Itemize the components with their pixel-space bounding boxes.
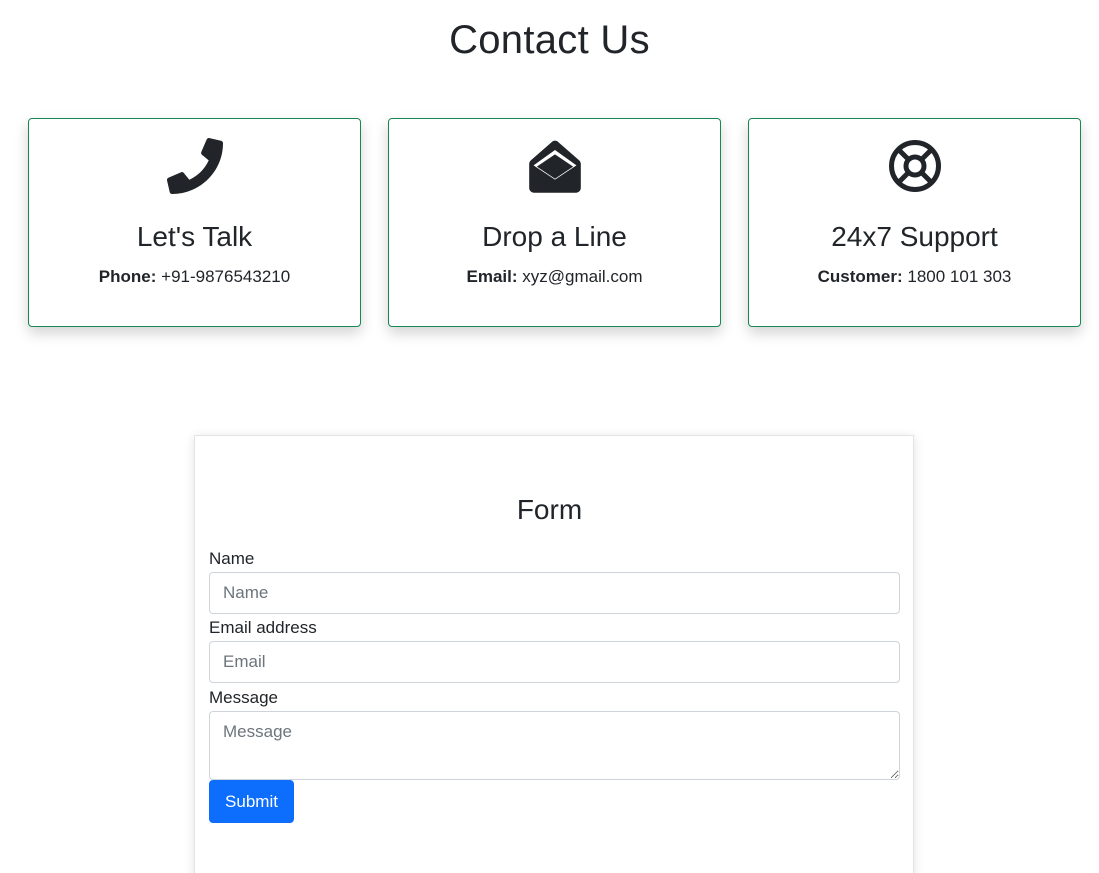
life-ring-icon	[749, 139, 1080, 193]
contact-card-email: Drop a Line Email: xyz@gmail.com	[388, 118, 721, 327]
phone-icon	[29, 138, 360, 194]
email-label: Email address	[209, 618, 317, 637]
card-value: xyz@gmail.com	[522, 267, 643, 286]
page-title: Contact Us	[449, 18, 650, 62]
contact-page: Contact Us Let's Talk Phone: +91-9876543…	[0, 0, 1099, 873]
card-value: 1800 101 303	[907, 267, 1012, 286]
card-contact-line: Phone: +91-9876543210	[29, 265, 360, 289]
card-value: +91-9876543210	[161, 267, 291, 286]
card-label: Email:	[466, 267, 518, 286]
card-label: Customer:	[817, 267, 903, 286]
email-input[interactable]	[209, 641, 900, 683]
name-input[interactable]	[209, 572, 900, 614]
message-label: Message	[209, 688, 278, 707]
contact-card-support: 24x7 Support Customer: 1800 101 303	[748, 118, 1081, 327]
card-title: Let's Talk	[136, 221, 253, 252]
form-title: Form	[516, 494, 583, 525]
name-label: Name	[209, 549, 255, 568]
envelope-open-icon	[389, 139, 720, 193]
card-title: 24x7 Support	[831, 221, 998, 252]
message-textarea[interactable]	[209, 711, 900, 780]
card-title: Drop a Line	[482, 221, 627, 252]
card-label: Phone:	[98, 267, 157, 286]
card-contact-line: Customer: 1800 101 303	[749, 265, 1080, 289]
contact-card-phone: Let's Talk Phone: +91-9876543210	[28, 118, 361, 327]
card-contact-line: Email: xyz@gmail.com	[389, 265, 720, 289]
submit-button[interactable]: Submit	[209, 780, 294, 823]
